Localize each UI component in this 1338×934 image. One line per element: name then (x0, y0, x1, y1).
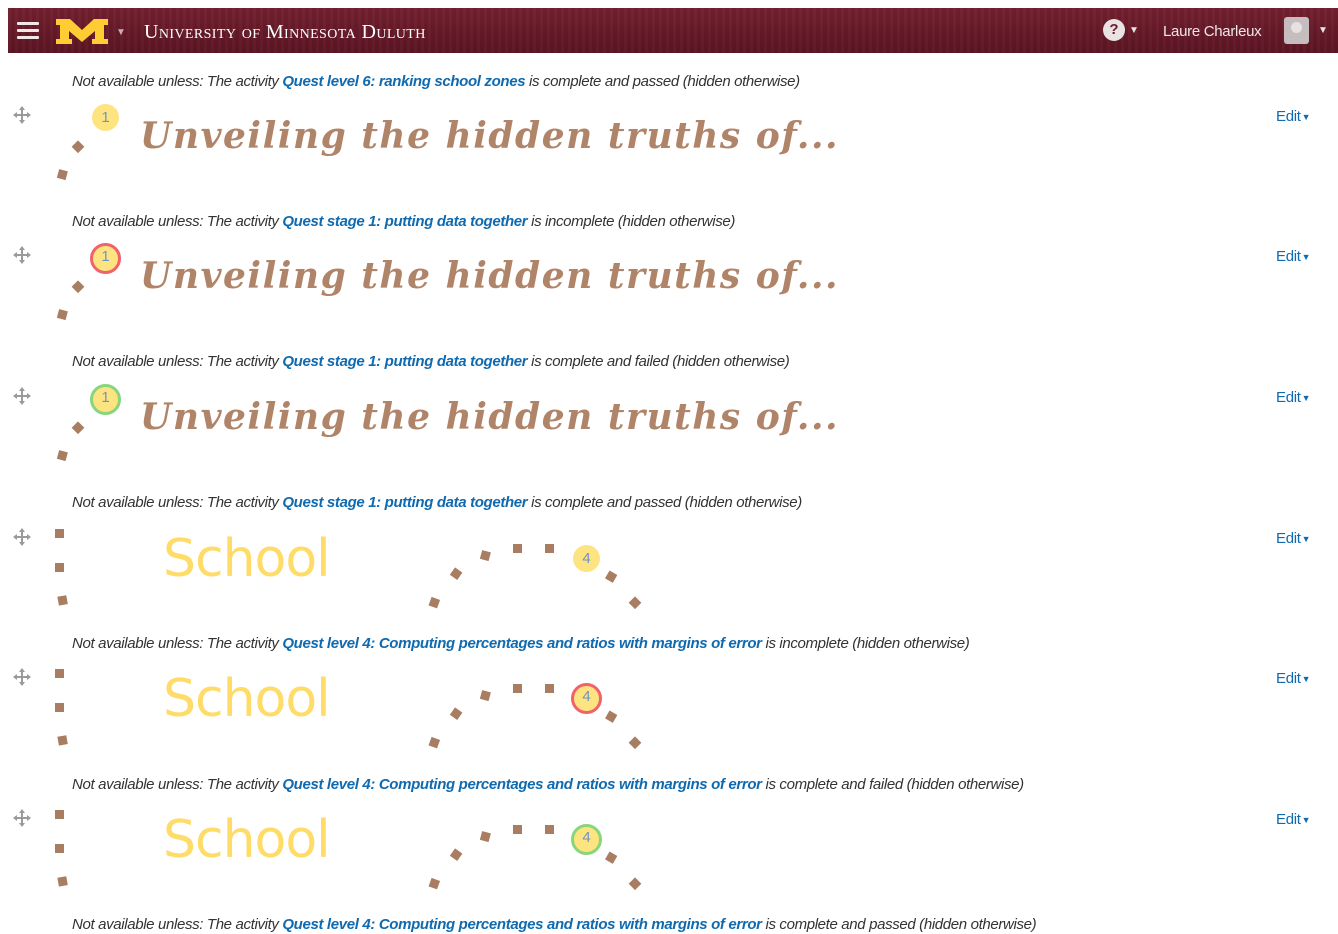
activity-link[interactable]: Quest level 6: ranking school zones (282, 73, 525, 90)
edit-menu-button[interactable]: Edit▼ (1276, 670, 1311, 687)
edit-menu-button[interactable]: Edit▼ (1276, 248, 1311, 265)
quest-title[interactable]: School (163, 533, 331, 585)
quest-level-badge: 4 (573, 545, 600, 572)
menu-icon[interactable] (17, 22, 39, 39)
help-dropdown-caret-icon[interactable]: ▼ (1129, 25, 1139, 36)
activity-link[interactable]: Quest stage 1: putting data together (282, 213, 527, 230)
quest-level-badge: 4 (571, 824, 602, 855)
avatar[interactable] (1284, 17, 1309, 44)
edit-caret-icon: ▼ (1301, 815, 1311, 826)
activity-link[interactable]: Quest stage 1: putting data together (282, 353, 527, 370)
edit-caret-icon: ▼ (1301, 674, 1311, 685)
quest-title[interactable]: School (163, 814, 331, 866)
edit-menu-button[interactable]: Edit▼ (1276, 530, 1311, 547)
edit-caret-icon: ▼ (1301, 393, 1311, 404)
edit-menu-button[interactable]: Edit▼ (1276, 811, 1311, 828)
activity-link[interactable]: Quest level 4: Computing percentages and… (282, 635, 762, 652)
activity-link[interactable]: Quest stage 1: putting data together (282, 494, 527, 511)
quest-title[interactable]: School (163, 673, 331, 725)
help-icon[interactable]: ? (1103, 19, 1125, 41)
quest-title[interactable]: Unveiling the hidden truths of... (140, 255, 839, 297)
user-name[interactable]: Laure Charleux (1163, 23, 1262, 40)
restriction-note: Not available unless: The activity Quest… (72, 776, 1024, 793)
quest-title[interactable]: Unveiling the hidden truths of... (140, 396, 839, 438)
university-logo[interactable] (54, 17, 110, 45)
edit-caret-icon: ▼ (1301, 112, 1311, 123)
site-brand[interactable]: University of Minnesota Duluth (144, 21, 426, 44)
restriction-note: Not available unless: The activity Quest… (72, 635, 970, 652)
activity-link[interactable]: Quest level 4: Computing percentages and… (282, 776, 762, 793)
quest-level-badge: 1 (90, 243, 121, 274)
restriction-note: Not available unless: The activity Quest… (72, 213, 736, 230)
edit-menu-button[interactable]: Edit▼ (1276, 108, 1311, 125)
user-menu-caret-icon[interactable]: ▼ (1318, 25, 1328, 36)
logo-dropdown-caret-icon[interactable]: ▼ (116, 27, 126, 38)
edit-caret-icon: ▼ (1301, 534, 1311, 545)
quest-title[interactable]: Unveiling the hidden truths of... (140, 115, 839, 157)
edit-caret-icon: ▼ (1301, 252, 1311, 263)
restriction-note: Not available unless: The activity Quest… (72, 353, 790, 370)
activity-link[interactable]: Quest level 4: Computing percentages and… (282, 916, 762, 933)
quest-level-badge: 4 (571, 683, 602, 714)
restriction-note: Not available unless: The activity Quest… (72, 73, 800, 90)
restriction-note: Not available unless: The activity Quest… (72, 494, 802, 511)
quest-level-badge: 1 (90, 384, 121, 415)
edit-menu-button[interactable]: Edit▼ (1276, 389, 1311, 406)
top-navbar: ▼ University of Minnesota Duluth ? ▼ Lau… (8, 8, 1338, 53)
restriction-note: Not available unless: The activity Quest… (72, 916, 1037, 933)
quest-level-badge: 1 (92, 104, 119, 131)
